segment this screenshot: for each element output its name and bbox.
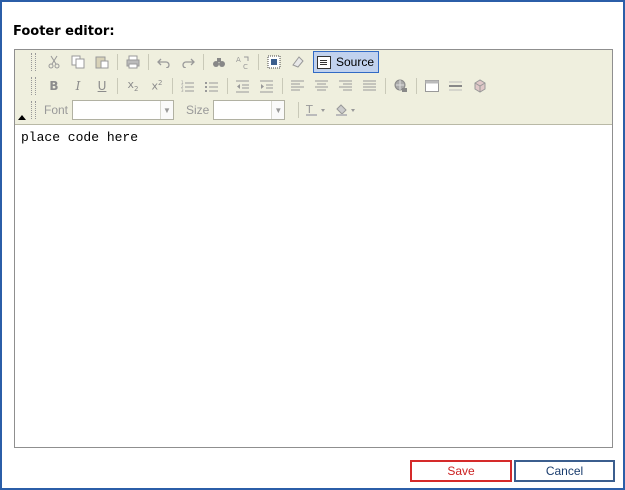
paste-icon[interactable]	[92, 52, 112, 72]
cut-icon[interactable]	[44, 52, 64, 72]
size-select[interactable]: ▼	[213, 100, 286, 120]
numbered-list-icon[interactable]: 123	[178, 76, 198, 96]
source-button[interactable]: Source	[313, 51, 380, 73]
source-icon	[317, 55, 331, 69]
toolbar-grip[interactable]	[31, 53, 36, 71]
remove-format-icon[interactable]	[288, 52, 308, 72]
font-select[interactable]: ▼	[72, 100, 175, 120]
editor-content-text: place code here	[21, 130, 139, 145]
toolbar-separator	[258, 54, 259, 70]
align-left-icon[interactable]	[288, 76, 308, 96]
replace-icon[interactable]: AC	[233, 52, 253, 72]
svg-text:3: 3	[181, 88, 184, 93]
align-center-icon[interactable]	[312, 76, 332, 96]
text-color-icon[interactable]: T	[304, 100, 330, 120]
toolbar-grip[interactable]	[31, 101, 36, 119]
font-label: Font	[44, 103, 69, 117]
toolbar-separator	[117, 54, 118, 70]
svg-text:A: A	[236, 56, 241, 64]
chevron-down-icon[interactable]: ▼	[271, 101, 285, 119]
editor-content-area[interactable]: place code here	[15, 126, 612, 447]
toolbar-row-2: B I U x2 x2 123	[19, 75, 492, 97]
find-icon[interactable]	[209, 52, 229, 72]
toolbar-separator	[282, 78, 283, 94]
horizontal-rule-icon[interactable]	[446, 76, 466, 96]
collapse-toolbar-icon[interactable]	[18, 115, 26, 120]
toolbar-separator	[203, 54, 204, 70]
cancel-button[interactable]: Cancel	[514, 460, 615, 482]
svg-text:C: C	[243, 63, 248, 70]
justify-icon[interactable]	[360, 76, 380, 96]
rich-text-editor: AC Source B I U x2 x2 1 2 3 Font ▼ Size …	[14, 49, 613, 448]
outdent-icon[interactable]	[233, 76, 253, 96]
footer-editor-dialog: Footer editor: A C Source B I U x2 x2 1 …	[0, 0, 625, 490]
toolbar-separator	[117, 78, 118, 94]
toolbar-separator	[416, 78, 417, 94]
copy-icon[interactable]	[68, 52, 88, 72]
italic-icon[interactable]: I	[68, 76, 88, 96]
bulleted-list-icon[interactable]	[202, 76, 222, 96]
size-label: Size	[186, 103, 210, 117]
editor-toolbar: AC Source B I U x2 x2 1 2 3 Font ▼ Size …	[15, 50, 612, 125]
link-icon[interactable]	[391, 76, 411, 96]
undo-icon[interactable]	[154, 52, 174, 72]
table-icon[interactable]	[422, 76, 442, 96]
chevron-down-icon[interactable]: ▼	[160, 101, 174, 119]
subscript-icon[interactable]: x2	[123, 76, 143, 96]
redo-icon[interactable]	[178, 52, 198, 72]
toolbar-row-1: AC Source	[19, 51, 380, 73]
toolbar-separator	[298, 102, 300, 118]
dialog-title: Footer editor:	[13, 24, 115, 39]
align-right-icon[interactable]	[336, 76, 356, 96]
select-all-icon[interactable]	[264, 52, 284, 72]
toolbar-separator	[172, 78, 173, 94]
indent-icon[interactable]	[257, 76, 277, 96]
toolbar-grip[interactable]	[31, 77, 36, 95]
toolbar-separator	[385, 78, 386, 94]
special-char-icon[interactable]	[470, 76, 490, 96]
bold-icon[interactable]: B	[44, 76, 64, 96]
underline-icon[interactable]: U	[92, 76, 112, 96]
print-icon[interactable]	[123, 52, 143, 72]
superscript-icon[interactable]: x2	[147, 76, 167, 96]
background-color-icon[interactable]	[334, 100, 360, 120]
save-button[interactable]: Save	[410, 460, 512, 482]
toolbar-separator	[227, 78, 228, 94]
toolbar-row-3: Font ▼ Size ▼ T	[19, 99, 362, 121]
source-button-label: Source	[336, 55, 375, 69]
toolbar-separator	[148, 54, 149, 70]
